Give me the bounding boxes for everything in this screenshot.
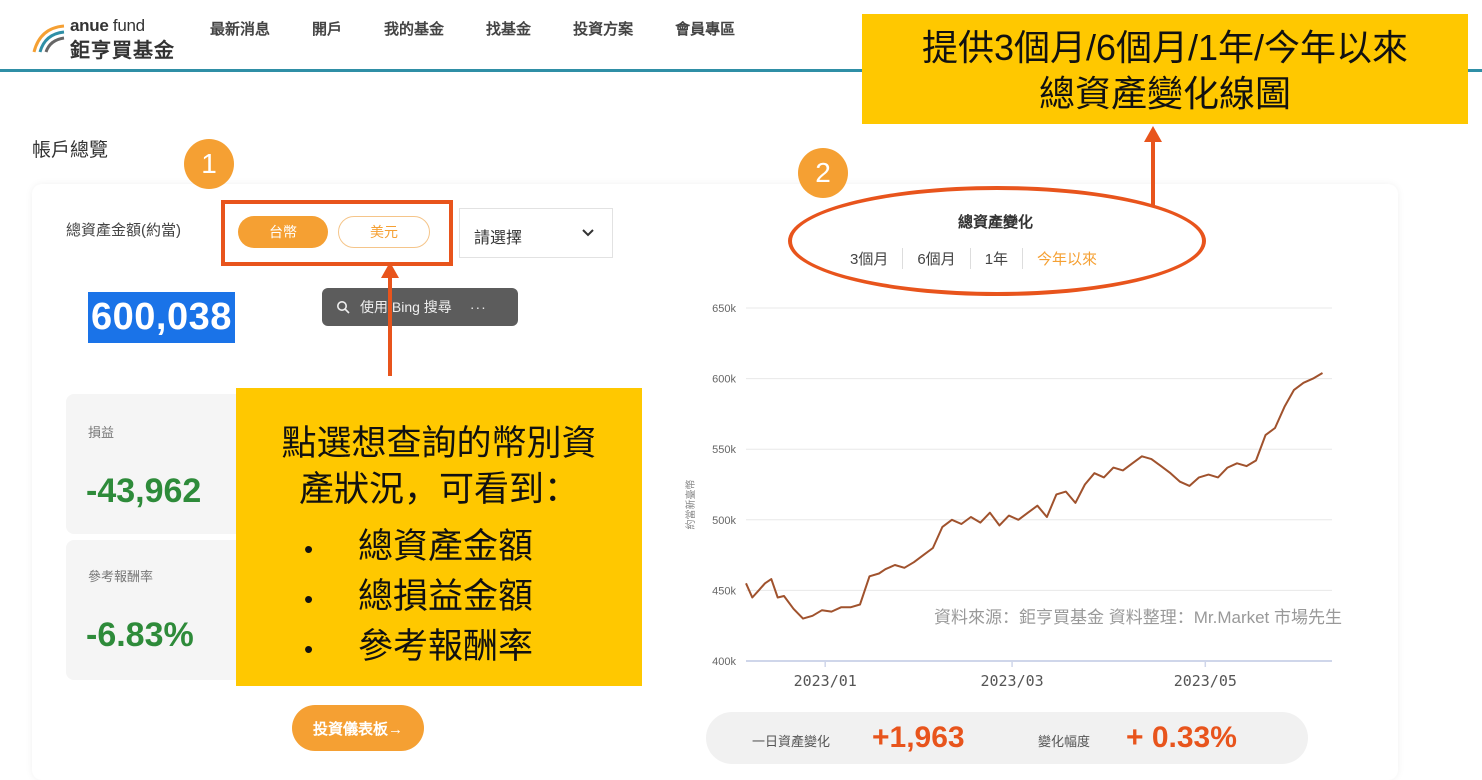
account-select[interactable]: 請選擇 [459, 208, 613, 258]
callout2-line2: 總資產變化線圖 [1038, 73, 1291, 114]
callout1-bullet-item: • 總資產金額 [304, 527, 534, 566]
pnl-value: -43,962 [86, 472, 202, 510]
arrow-up-icon [381, 262, 399, 376]
y-tick-label: 550k [712, 444, 736, 456]
callout1-line1: 點選想查詢的幣別資 [281, 424, 597, 463]
chart-periods-callout: 提供3個月/6個月/1年/今年以來 總資產變化線圖 [862, 14, 1468, 124]
chevron-down-icon [582, 229, 594, 237]
bing-search-label: 使用 Bing 搜尋 [360, 299, 452, 315]
more-options-icon[interactable]: ··· [470, 299, 487, 315]
source-note: 資料來源：鉅亨買基金 資料整理：Mr.Market 市場先生 [934, 608, 1343, 627]
bing-search-popup[interactable]: 使用 Bing 搜尋 ··· [322, 288, 518, 326]
step-number-1: 1 [184, 139, 234, 189]
return-box: 參考報酬率 -6.83% [66, 540, 256, 680]
account-select-value: 請選擇 [474, 230, 523, 247]
x-tick-label: 2023/05 [1174, 672, 1237, 690]
x-tick-label: 2023/01 [794, 672, 857, 690]
nav-item-open-account[interactable]: 開戶 [312, 18, 342, 39]
y-axis-label: 約當新臺幣 [684, 480, 697, 530]
y-tick-label: 400k [712, 656, 736, 668]
x-tick-label: 2023/03 [980, 672, 1043, 690]
y-tick-label: 600k [712, 374, 736, 386]
nav-item-my-funds[interactable]: 我的基金 [384, 18, 444, 39]
pnl-box: 損益 -43,962 [66, 394, 256, 534]
arrow-up-icon [1144, 126, 1162, 206]
callout1-bullet-item: • 總損益金額 [304, 577, 534, 616]
currency-highlight-box [221, 200, 453, 266]
callout2-line1: 提供3個月/6個月/1年/今年以來 [921, 27, 1409, 68]
page-title: 帳戶總覽 [32, 140, 109, 161]
search-icon [337, 301, 350, 314]
logo-text-en: anue fund [70, 16, 145, 35]
logo-text-zh: 鉅亨買基金 [70, 40, 175, 62]
y-tick-label: 500k [712, 515, 736, 527]
return-label: 參考報酬率 [88, 569, 154, 584]
daily-change-value: +1,963 [872, 721, 965, 754]
logo-arc-icon [32, 24, 65, 53]
nav-item-member-area[interactable]: 會員專區 [675, 18, 735, 39]
nav-item-find-funds[interactable]: 找基金 [486, 18, 531, 39]
change-pct-label: 變化幅度 [1038, 734, 1091, 749]
change-pct-value: + 0.33% [1126, 721, 1237, 754]
main-nav: 最新消息 開戶 我的基金 找基金 投資方案 會員專區 [210, 18, 777, 39]
callout1-bullets: • 總資產金額 • 總損益金額 • 參考報酬率 [304, 523, 533, 673]
total-asset-line-chart: 400k 450k 500k 550k 600k 650k 2023/01 2023/03 20… [684, 303, 1332, 690]
anue-fund-logo[interactable]: anue fund 鉅亨買基金 [30, 14, 190, 62]
nav-item-news[interactable]: 最新消息 [210, 18, 270, 39]
asset-series-line [745, 372, 1324, 620]
callout1-bullet-item: • 參考報酬率 [304, 627, 534, 666]
step-number-2: 2 [798, 148, 848, 198]
total-asset-value: 600,038 [88, 292, 235, 343]
daily-change-bar: 一日資產變化 +1,963 變化幅度 + 0.33% [706, 712, 1308, 764]
callout1-line2: 產狀況，可看到： [298, 470, 579, 509]
nav-item-investment-plans[interactable]: 投資方案 [573, 18, 633, 39]
y-tick-label: 650k [712, 303, 736, 315]
currency-callout: 點選想查詢的幣別資 產狀況，可看到： • 總資產金額 • 總損益金額 • 參考報酬率 [236, 388, 642, 686]
daily-change-label: 一日資產變化 [752, 734, 831, 749]
pnl-label: 損益 [88, 425, 115, 440]
total-asset-label: 總資產金額(約當) [66, 222, 181, 239]
dashboard-button[interactable]: 投資儀表板→ [292, 705, 424, 751]
return-value: -6.83% [86, 616, 194, 654]
y-tick-label: 450k [712, 585, 736, 597]
